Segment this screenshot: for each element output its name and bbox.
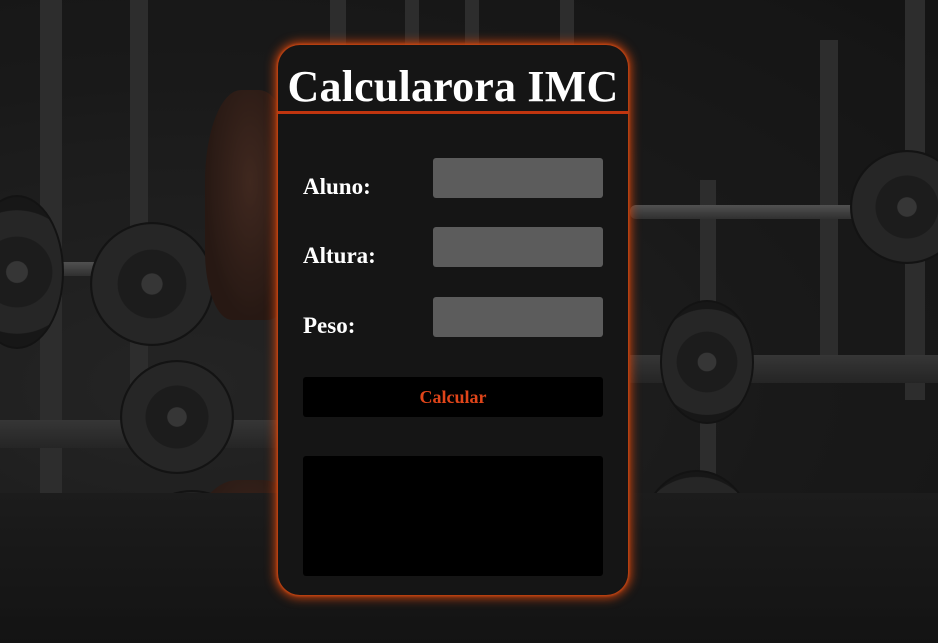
altura-input[interactable]	[433, 227, 603, 267]
peso-input[interactable]	[433, 297, 603, 337]
page-title: Calcularora IMC	[287, 62, 619, 111]
calculate-button[interactable]: Calcular	[303, 377, 603, 417]
peso-label: Peso:	[303, 313, 356, 338]
aluno-input[interactable]	[433, 158, 603, 198]
altura-label: Altura:	[303, 243, 376, 268]
bmi-calculator-card: Calcularora IMC Aluno: Altura: Peso: Cal…	[278, 45, 628, 595]
title-divider	[278, 111, 628, 114]
result-box	[303, 456, 603, 576]
aluno-label: Aluno:	[303, 174, 371, 199]
